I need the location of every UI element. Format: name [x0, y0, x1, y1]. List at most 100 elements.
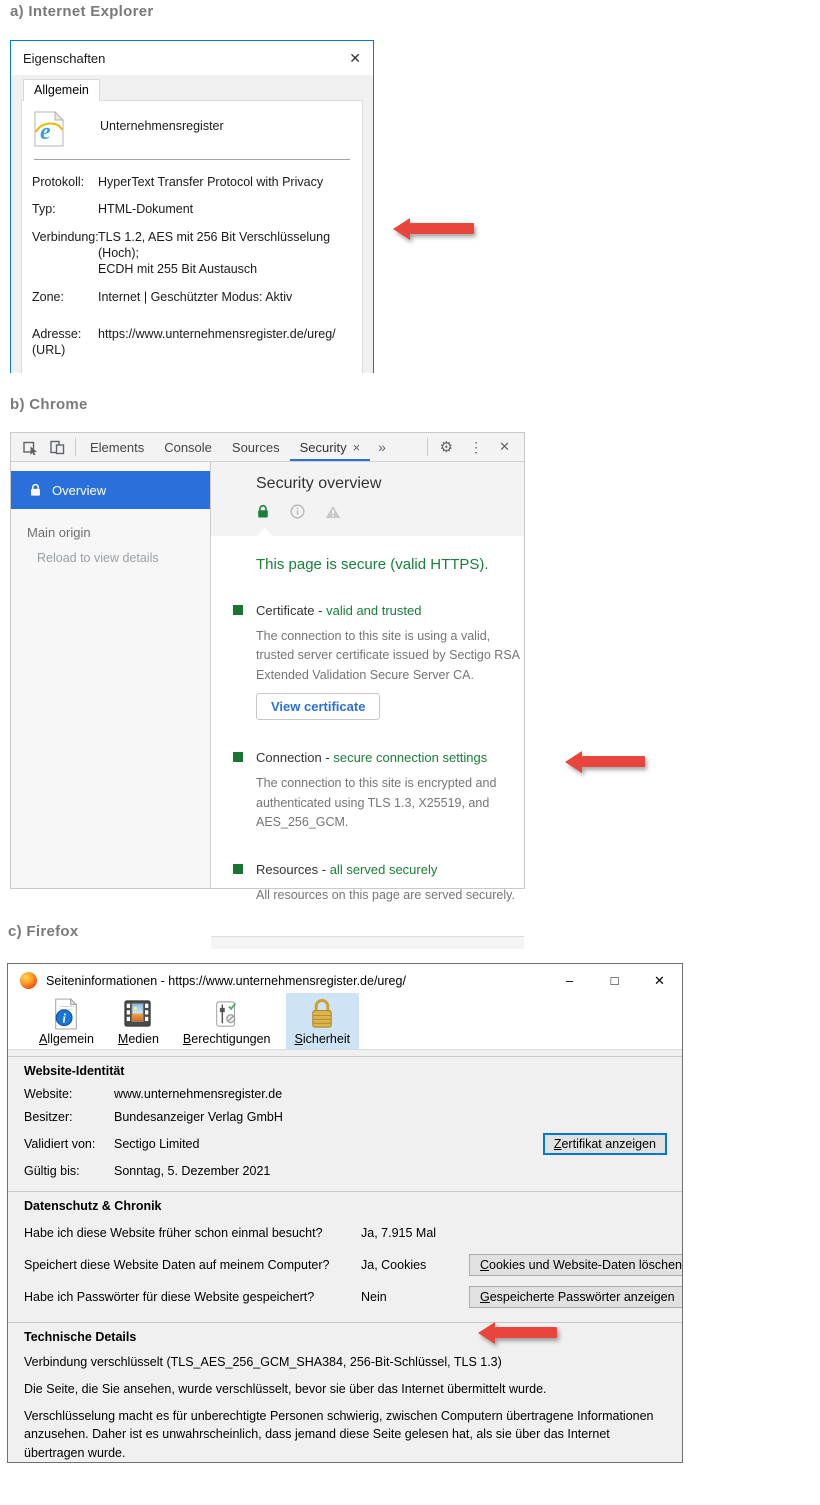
section-heading-firefox: c) Firefox [8, 923, 79, 940]
tab-sicherheit[interactable]: Sicherheit [286, 993, 360, 1049]
saved-passwords-button[interactable]: Gespeicherte Passwörter anzeigen [469, 1286, 682, 1308]
certificate-section: Certificate - valid and trusted The conn… [256, 603, 556, 720]
technical-details-group: Technische Details Verbindung verschlüss… [8, 1322, 682, 1462]
media-filmstrip-icon [123, 998, 153, 1030]
settings-gear-icon[interactable]: ⚙ [432, 433, 461, 461]
ie-field-protokoll: Protokoll: HyperText Transfer Protocol w… [32, 174, 352, 190]
selected-state-notch [257, 528, 273, 536]
ie-tabstrip: Allgemein [11, 78, 373, 100]
security-sidebar: Overview Main origin Reload to view deta… [11, 462, 211, 888]
red-arrow-chrome-connection [582, 756, 645, 767]
show-certificate-button[interactable]: Zertifikat anzeigen [543, 1133, 667, 1155]
firefox-page-info-window: Seiteninformationen - https://www.untern… [7, 963, 683, 1463]
ie-separator [34, 159, 350, 160]
title-separator: - [322, 750, 334, 765]
view-certificate-button[interactable]: View certificate [256, 693, 380, 720]
ie-properties-dialog: Eigenschaften ✕ Allgemein e Unternehmens… [10, 40, 374, 373]
ie-field-url-value: https://www.unternehmensregister.de/ureg… [98, 326, 352, 359]
tab-close-icon[interactable]: × [353, 440, 361, 455]
green-square-bullet [233, 864, 243, 874]
resources-status-link[interactable]: all served securely [330, 862, 438, 877]
section-heading-ie: a) Internet Explorer [10, 3, 154, 20]
ie-titlebar: Eigenschaften ✕ [11, 41, 373, 75]
ie-field-label: Zone: [32, 289, 98, 305]
security-tab-content: Website-Identität Website: www.unternehm… [8, 1050, 682, 1462]
devtools-tab-security[interactable]: Security × [290, 433, 371, 461]
ie-field-value: TLS 1.2, AES mit 256 Bit Verschlüsselung… [98, 229, 352, 278]
secure-page-message: This page is secure (valid HTTPS). [256, 556, 524, 573]
ie-field-zone: Zone: Internet | Geschützter Modus: Akti… [32, 289, 352, 305]
ie-field-label: Protokoll: [32, 174, 98, 190]
more-tabs-icon[interactable]: » [370, 433, 394, 461]
privacy-row-visited: Habe ich diese Website früher schon einm… [24, 1222, 667, 1244]
security-overview-title: Security overview [256, 475, 524, 493]
ie-field-adresse: Adresse: (URL) https://www.unternehmensr… [32, 326, 352, 359]
devtools-tab-elements[interactable]: Elements [80, 433, 154, 461]
ie-close-button[interactable]: ✕ [349, 50, 361, 67]
kebab-menu-icon[interactable]: ⋮ [461, 433, 491, 461]
title-separator: - [315, 603, 327, 618]
window-close-button[interactable]: ✕ [637, 964, 682, 997]
devtools-close-icon[interactable]: ✕ [491, 433, 518, 461]
section-heading-chrome: b) Chrome [10, 396, 88, 413]
tab-label: Elements [90, 440, 144, 455]
sidebar-main-origin: Main origin [27, 525, 210, 540]
connection-description: The connection to this site is encrypted… [256, 774, 556, 832]
toolbar-divider [427, 438, 428, 456]
connection-section: Connection - secure connection settings … [256, 750, 556, 832]
devtools-scrollbar-strip[interactable] [211, 936, 524, 949]
warning-triangle-icon[interactable] [325, 505, 341, 519]
devtools-tab-sources[interactable]: Sources [222, 433, 290, 461]
ie-field-label: Größe: [32, 372, 98, 373]
sidebar-item-overview[interactable]: Overview [11, 471, 210, 509]
section-title: Connection [256, 750, 322, 765]
privacy-history-group: Datenschutz & Chronik Habe ich diese Web… [8, 1191, 682, 1322]
ie-field-verbindung: Verbindung: TLS 1.2, AES mit 256 Bit Ver… [32, 229, 352, 278]
ie-field-label: Adresse: (URL) [32, 326, 98, 359]
info-icon[interactable] [290, 504, 305, 519]
identity-row-validiert: Validiert von: Sectigo Limited Zertifika… [24, 1133, 667, 1155]
resources-description: All resources on this page are served se… [256, 886, 556, 905]
maximize-button[interactable]: □ [592, 964, 637, 997]
tab-allgemein[interactable]: i Allgemein [30, 994, 103, 1049]
minimize-button[interactable]: – [547, 964, 592, 997]
certificate-status-link[interactable]: valid and trusted [326, 603, 421, 618]
devtools-toolbar: Elements Console Sources Security × » ⚙ … [11, 433, 524, 462]
identity-row-gueltig: Gültig bis: Sonntag, 5. Dezember 2021 [24, 1164, 667, 1178]
tab-label: Security [300, 440, 347, 455]
ie-field-label: Verbindung: [32, 229, 98, 278]
section-title: Resources [256, 862, 318, 877]
tab-label: Console [164, 440, 212, 455]
ie-field-typ: Typ: HTML-Dokument [32, 201, 352, 217]
device-toolbar-icon[interactable] [44, 433, 71, 461]
section-title: Certificate [256, 603, 315, 618]
page-canvas: a) Internet Explorer b) Chrome c) Firefo… [0, 0, 820, 1505]
connection-status-link[interactable]: secure connection settings [333, 750, 487, 765]
security-overview-content: This page is secure (valid HTTPS). Certi… [211, 536, 524, 936]
security-state-icons [256, 504, 524, 519]
secure-lock-icon[interactable] [256, 504, 270, 519]
encryption-note-line: Die Seite, die Sie ansehen, wurde versch… [24, 1380, 667, 1398]
green-square-bullet [233, 752, 243, 762]
ie-dialog-title: Eigenschaften [23, 51, 105, 66]
ie-field-value: Nicht verfügbar [98, 372, 352, 373]
group-heading: Technische Details [24, 1330, 667, 1344]
inspect-element-icon[interactable] [17, 433, 44, 461]
tab-label: Sources [232, 440, 280, 455]
clear-cookies-button[interactable]: Cookies und Website-Daten löschen [469, 1254, 682, 1276]
security-lock-icon [308, 997, 336, 1030]
ie-tab-allgemein[interactable]: Allgemein [23, 79, 100, 101]
ie-field-value: HyperText Transfer Protocol with Privacy [98, 174, 352, 190]
tab-label: B [183, 1032, 191, 1046]
ie-tab-page: e Unternehmensregister Protokoll: HyperT… [21, 100, 363, 373]
tab-medien[interactable]: Medien [109, 994, 168, 1049]
general-info-icon: i [52, 998, 80, 1030]
group-heading: Website-Identität [24, 1064, 667, 1078]
ie-field-label: Typ: [32, 201, 98, 217]
devtools-tab-console[interactable]: Console [154, 433, 222, 461]
sidebar-item-label: Overview [52, 483, 106, 498]
ie-field-value: Internet | Geschützter Modus: Aktiv [98, 289, 352, 305]
identity-row-website: Website: www.unternehmensregister.de [24, 1087, 667, 1101]
tab-berechtigungen[interactable]: Berechtigungen [174, 994, 280, 1049]
firefox-window-title: Seiteninformationen - https://www.untern… [46, 974, 406, 988]
